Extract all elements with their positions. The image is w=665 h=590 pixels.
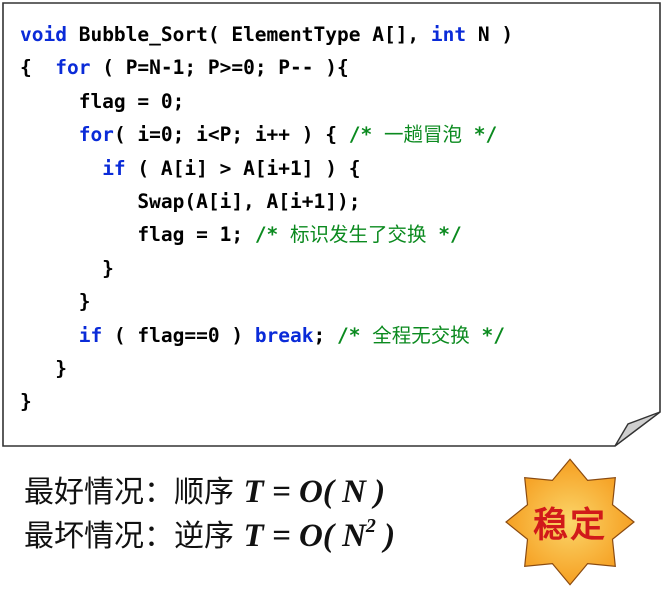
code-comment: /* [348,123,384,147]
code-line: if ( A[i] > A[i+1] ) { [20,152,513,185]
code-text: ( i=0; i<P; i++ ) { [113,123,349,147]
code-text: ; [313,323,337,347]
code-text: Swap(A[i], A[i+1]); [20,189,361,213]
code-line: } [20,252,513,285]
stable-badge-label: 稳定 [532,505,607,546]
worst-case-row: 最坏情况：逆序 T = O( N2 ) [24,514,395,558]
code-text: } [20,290,91,314]
worst-case-formula: T = O( N2 ) [243,515,396,554]
code-text: } [20,256,114,280]
code-keyword: if [78,323,103,347]
best-case-formula: T = O( N ) [243,474,386,510]
code-text: Bubble_Sort( ElementType A[], [66,23,431,46]
complexity-summary: 最好情况：顺序 T = O( N ) 最坏情况：逆序 T = O( N2 ) [24,470,395,558]
code-text: ( P=N-1; P>=0; P-- ){ [90,56,349,80]
worst-case-exponent: 2 [365,515,376,537]
worst-case-label: 最坏情况：逆序 [24,519,244,554]
code-comment: 全程无交换 [372,323,470,347]
code-text: { [20,56,56,80]
best-case-label: 最好情况：顺序 [24,475,244,510]
code-keyword: if [102,156,126,180]
code-comment: */ [462,123,498,147]
code-keyword: for [78,123,114,147]
code-line: void Bubble_Sort( ElementType A[], int N… [20,18,513,51]
code-line: flag = 0; [20,85,513,118]
code-comment: /* [254,223,291,247]
code-keyword: int [430,23,467,46]
code-comment: 一趟冒泡 [383,123,462,147]
code-keyword: void [20,23,67,46]
code-line: } [20,352,513,385]
code-line: for( i=0; i<P; i++ ) { /* 一趟冒泡 */ [20,118,513,151]
code-line: flag = 1; /* 标识发生了交换 */ [20,218,513,251]
code-line: Swap(A[i], A[i+1]); [20,185,513,218]
code-comment: 标识发生了交换 [290,223,427,247]
code-text: ( A[i] > A[i+1] ) { [125,156,361,180]
worst-case-formula-post: ) [375,518,396,554]
code-comment: */ [426,223,462,247]
code-line: { for ( P=N-1; P>=0; P-- ){ [20,51,513,84]
code-keyword: break [254,323,314,347]
worst-case-formula-pre: T = O( N [243,518,366,554]
best-case-row: 最好情况：顺序 T = O( N ) [24,470,395,514]
code-text: N ) [466,23,514,46]
code-line: } [20,385,513,418]
code-keyword: for [55,56,91,80]
code-line: } [20,285,513,318]
code-text: } [20,356,67,380]
code-block: void Bubble_Sort( ElementType A[], int N… [20,18,513,419]
code-text: ( flag==0 ) [102,323,255,347]
code-text: flag = 1; [20,223,255,247]
code-comment: /* [337,323,373,347]
code-text: } [20,390,32,414]
code-text: flag = 0; [20,89,185,113]
code-card: void Bubble_Sort( ElementType A[], int N… [0,0,665,450]
stable-badge: 稳定 [488,456,652,588]
code-comment: */ [469,323,505,347]
code-line: if ( flag==0 ) break; /* 全程无交换 */ [20,319,513,352]
